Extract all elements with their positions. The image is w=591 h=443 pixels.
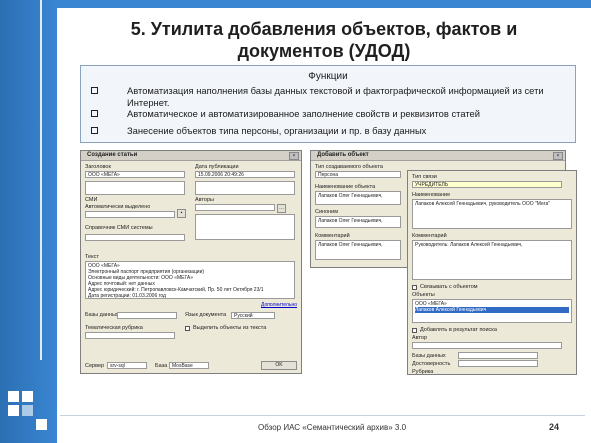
smi-label: СМИ — [85, 197, 98, 203]
objects-label: Объекты — [412, 292, 435, 298]
function-text: Автоматическое и автоматизированное запо… — [127, 108, 480, 119]
authors-button[interactable]: … — [277, 204, 286, 213]
text-line: Дата регистрации: 01.03.2006 год — [88, 293, 166, 299]
slide-title: 5. Утилита добавления объектов, фактов и… — [60, 18, 588, 62]
close-icon[interactable]: × — [289, 152, 299, 160]
link-name-label: Наименование — [412, 192, 451, 198]
logo-square — [36, 419, 47, 430]
page-number: 24 — [549, 422, 560, 432]
sprav-select[interactable] — [85, 234, 185, 241]
name-field[interactable]: Лапаков Олег Геннадьевич, — [315, 191, 401, 205]
link-checkbox[interactable] — [412, 285, 417, 290]
reliab-label: Достоверность — [412, 361, 451, 367]
link-type-select[interactable]: УЧРЕДИТЕЛЬ — [412, 181, 562, 188]
theme-select[interactable] — [85, 332, 175, 339]
objects-list[interactable]: ООО «МЕГА» Лапаков Алексей Геннадьевич — [412, 299, 572, 323]
zagolovok-label: Заголовок — [85, 164, 111, 170]
link-comment-label: Комментарий — [412, 233, 447, 239]
db-select[interactable] — [117, 312, 177, 319]
footer-divider — [60, 415, 585, 416]
link-dialog: Тип связи УЧРЕДИТЕЛЬ Наименование Лапако… — [407, 170, 577, 375]
sprav-label: Справочник СМИ системы — [85, 225, 153, 231]
dialog-title: Создание статьи — [87, 152, 138, 158]
org-db-label: Базы данных — [412, 353, 446, 359]
dialog-title: Добавить объект — [317, 152, 369, 158]
dialog-titlebar: Создание статьи × — [81, 151, 301, 161]
title-line-1: 5. Утилита добавления объектов, фактов и — [130, 19, 518, 39]
authors-list[interactable] — [195, 214, 295, 240]
reliab-select[interactable] — [458, 360, 538, 367]
link-type-label: Тип связи — [412, 174, 437, 180]
link-comment-field[interactable]: Руководитель: Лапаков Алексей Геннадьеви… — [412, 240, 572, 280]
authors-field[interactable] — [195, 204, 275, 211]
rubric-label: Рубрика — [412, 369, 434, 375]
add-checkbox[interactable] — [412, 328, 417, 333]
authors-label: Авторы — [195, 197, 214, 203]
close-icon[interactable]: × — [553, 152, 563, 160]
bullet-box-icon — [91, 127, 98, 134]
function-text: Автоматизация наполнения базы данных тек… — [127, 85, 544, 108]
name-label: Наименование объекта — [315, 184, 376, 190]
type-label: Тип создаваемого объекта — [315, 164, 383, 170]
title-line-2: документов (УДОД) — [237, 41, 411, 61]
link-name-field[interactable]: Лапаков Алексей Геннадьевич, руководител… — [412, 199, 572, 229]
functions-box: Функции Автоматизация наполнения базы да… — [80, 65, 576, 143]
comment-field[interactable]: Лапаков Олег Геннадьевич, — [315, 240, 401, 260]
highlight-checkbox[interactable] — [185, 326, 190, 331]
bullet-box-icon — [91, 87, 98, 94]
top-accent-bar — [57, 0, 591, 8]
function-item: Автоматизация наполнения базы данных тек… — [91, 85, 557, 108]
date-field[interactable]: 15.09.2006 20:49:26 — [195, 171, 295, 178]
article-dialog: Создание статьи × Заголовок ООО «МЕГА» Д… — [80, 150, 302, 374]
base-label: База — [155, 363, 168, 369]
lang-select[interactable]: Русский — [231, 312, 275, 319]
logo-square — [8, 405, 19, 416]
auto-label: Автоматически выделено — [85, 204, 151, 210]
function-text: Занесение объектов типа персоны, организ… — [127, 125, 427, 136]
highlight-label: Выделить объекты из текста — [193, 325, 267, 331]
syn-label: Синоним — [315, 209, 339, 215]
object-item-selected[interactable]: Лапаков Алексей Геннадьевич — [415, 307, 569, 313]
function-item: Занесение объектов типа персоны, организ… — [91, 125, 557, 137]
add-label: Добавлять в результат поиска — [420, 327, 497, 333]
date-area[interactable] — [195, 181, 295, 195]
accent-line — [40, 0, 42, 360]
smi-button[interactable]: ▪ — [177, 209, 186, 218]
logo-square — [22, 391, 33, 402]
text-label: Текст — [85, 254, 99, 260]
base-field[interactable]: MosBase — [169, 362, 209, 369]
smi-field[interactable] — [85, 211, 175, 218]
author-field[interactable] — [412, 342, 562, 349]
functions-header: Функции — [308, 71, 348, 82]
dialog-titlebar: Добавить объект × — [311, 151, 565, 161]
text-area[interactable]: ООО «МЕГА» Электронный паспорт предприят… — [85, 261, 295, 299]
footer-text: Обзор ИАС «Семантический архив» 3.0 — [258, 423, 407, 432]
bullet-box-icon — [91, 110, 98, 117]
more-link[interactable]: Дополнительно — [261, 302, 297, 308]
server-label: Сервер — [85, 363, 105, 369]
logo-square — [22, 405, 33, 416]
ok-button[interactable]: OK — [261, 361, 297, 370]
date-label: Дата публикации — [195, 164, 239, 170]
server-field[interactable]: srv-sql — [107, 362, 147, 369]
type-select[interactable]: Персона — [315, 171, 401, 178]
theme-label: Тематическая рубрика — [85, 325, 143, 331]
comment-label: Комментарий — [315, 233, 350, 239]
db-label: Базы данных — [85, 312, 119, 318]
left-accent-bar — [0, 0, 57, 443]
syn-field[interactable]: Лапаков Олег Геннадьевич, — [315, 216, 401, 228]
zagolovok-field[interactable]: ООО «МЕГА» — [85, 171, 185, 178]
org-db-select[interactable] — [458, 352, 538, 359]
lang-label: Язык документа — [185, 312, 227, 318]
logo-square — [8, 391, 19, 402]
author-label: Автор — [412, 335, 428, 341]
zagolovok-area[interactable] — [85, 181, 185, 195]
function-item: Автоматическое и автоматизированное запо… — [91, 108, 557, 120]
link-with-label: Связывать с объектом — [420, 284, 478, 290]
